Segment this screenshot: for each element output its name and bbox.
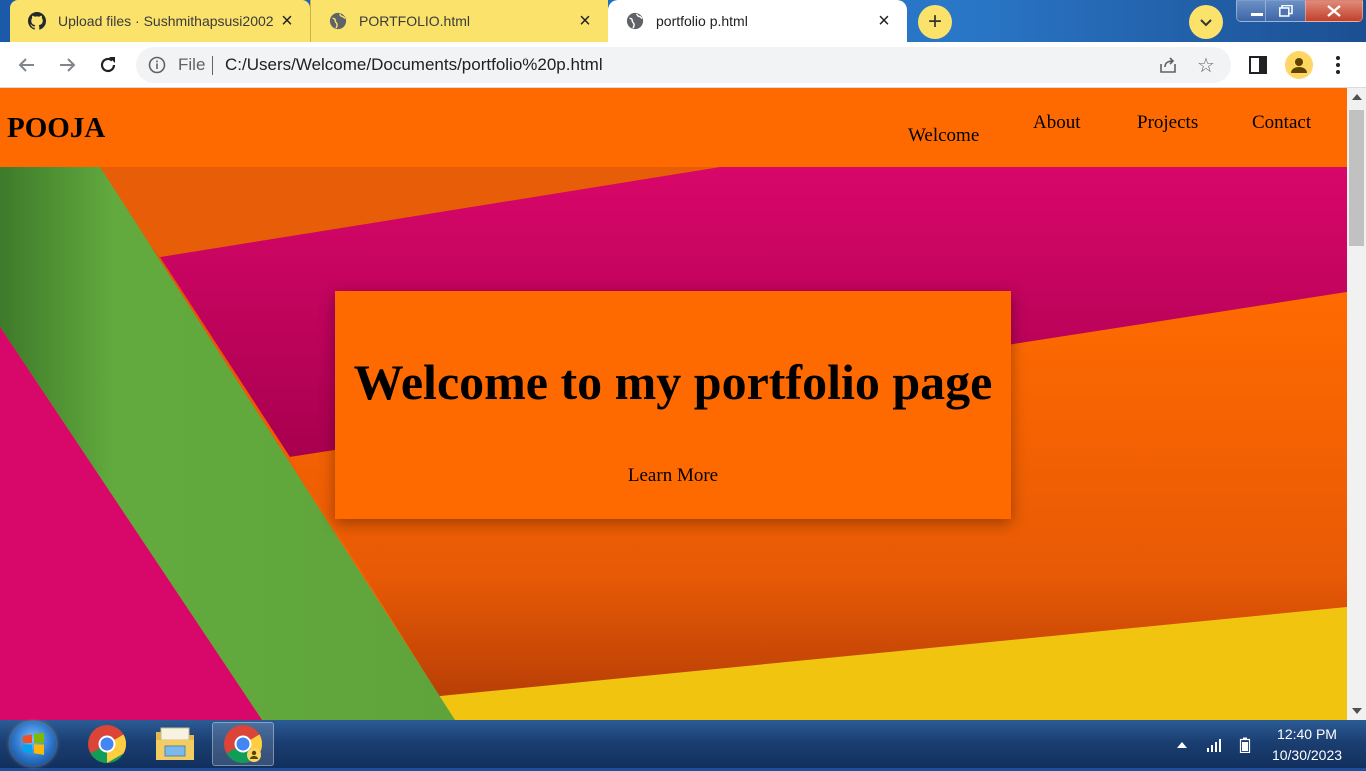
- file-explorer-icon: [156, 727, 194, 760]
- chrome-icon: [88, 725, 127, 764]
- tab-strip: Upload files · Sushmithapsusi2002 × PORT…: [0, 0, 1366, 42]
- globe-icon: [626, 12, 644, 30]
- windows-logo-icon: [23, 732, 44, 755]
- site-logo[interactable]: POOJA: [7, 112, 105, 145]
- scroll-down-icon[interactable]: [1352, 708, 1362, 714]
- github-icon: [28, 12, 46, 30]
- forward-button[interactable]: [52, 50, 82, 80]
- tab-upload-files[interactable]: Upload files · Sushmithapsusi2002 ×: [10, 0, 310, 42]
- arrow-left-icon: [18, 58, 34, 72]
- close-icon[interactable]: ×: [278, 10, 296, 32]
- tab-label: Upload files · Sushmithapsusi2002: [58, 13, 274, 29]
- menu-dots-icon[interactable]: [1326, 52, 1350, 78]
- url-text[interactable]: C:/Users/Welcome/Documents/portfolio%20p…: [225, 55, 603, 75]
- hero-card: Welcome to my portfolio page Learn More: [335, 291, 1011, 519]
- close-icon[interactable]: ×: [875, 10, 893, 32]
- info-icon[interactable]: [148, 56, 166, 74]
- side-panel-icon[interactable]: [1249, 56, 1267, 74]
- browser-toolbar: File C:/Users/Welcome/Documents/portfoli…: [0, 42, 1366, 88]
- arrow-right-icon: [60, 58, 76, 72]
- nav-link-contact[interactable]: Contact: [1252, 112, 1311, 134]
- windows-taskbar: 12:40 PM 10/30/2023: [0, 720, 1366, 768]
- nav-link-welcome[interactable]: Welcome: [908, 125, 979, 147]
- person-icon: [1291, 58, 1307, 73]
- close-icon[interactable]: ×: [576, 10, 594, 32]
- chevron-down-icon: [1200, 19, 1212, 27]
- divider: [212, 56, 213, 75]
- scroll-thumb[interactable]: [1349, 110, 1364, 246]
- show-hidden-icons[interactable]: [1177, 742, 1187, 748]
- back-button[interactable]: [12, 50, 42, 80]
- close-window-button[interactable]: [1305, 0, 1363, 22]
- nav-link-about[interactable]: About: [1033, 112, 1081, 134]
- nav-link-projects[interactable]: Projects: [1137, 112, 1198, 134]
- battery-icon[interactable]: [1237, 737, 1253, 753]
- address-bar[interactable]: File C:/Users/Welcome/Documents/portfoli…: [136, 47, 1231, 83]
- reload-icon: [100, 57, 116, 73]
- clock-time[interactable]: 12:40 PM: [1262, 726, 1352, 742]
- chrome-icon: [224, 725, 263, 764]
- tab-portfolio-p[interactable]: portfolio p.html ×: [608, 0, 907, 42]
- tab-portfolio-html[interactable]: PORTFOLIO.html ×: [310, 0, 608, 42]
- profile-avatar[interactable]: [1285, 51, 1313, 79]
- close-icon: [1327, 5, 1341, 17]
- scheme-label: File: [178, 55, 206, 74]
- restore-icon: [1279, 5, 1293, 17]
- portfolio-page: POOJA Welcome About Projects Contact Wel…: [0, 88, 1347, 720]
- start-button[interactable]: [10, 722, 56, 766]
- taskbar-chrome[interactable]: [76, 722, 138, 766]
- globe-icon: [329, 12, 347, 30]
- taskbar-file-explorer[interactable]: [144, 722, 206, 766]
- new-tab-button[interactable]: +: [918, 5, 952, 39]
- bookmark-star-icon[interactable]: ☆: [1197, 53, 1215, 78]
- tab-label: PORTFOLIO.html: [359, 13, 470, 29]
- vertical-scrollbar[interactable]: [1347, 88, 1366, 720]
- taskbar-chrome-active[interactable]: [212, 722, 274, 766]
- learn-more-button[interactable]: Learn More: [335, 465, 1011, 487]
- restore-button[interactable]: [1265, 0, 1307, 22]
- reload-button[interactable]: [93, 50, 123, 80]
- hero-title: Welcome to my portfolio page: [353, 354, 993, 410]
- share-icon[interactable]: [1158, 55, 1178, 75]
- browser-viewport: POOJA Welcome About Projects Contact Wel…: [0, 88, 1366, 720]
- minimize-icon: [1251, 13, 1263, 16]
- tab-label: portfolio p.html: [656, 13, 748, 29]
- scroll-up-icon[interactable]: [1352, 94, 1362, 100]
- site-navbar: POOJA Welcome About Projects Contact: [0, 88, 1347, 167]
- clock-date[interactable]: 10/30/2023: [1262, 747, 1352, 763]
- network-signal-icon[interactable]: [1206, 737, 1222, 753]
- tab-search-button[interactable]: [1189, 5, 1223, 39]
